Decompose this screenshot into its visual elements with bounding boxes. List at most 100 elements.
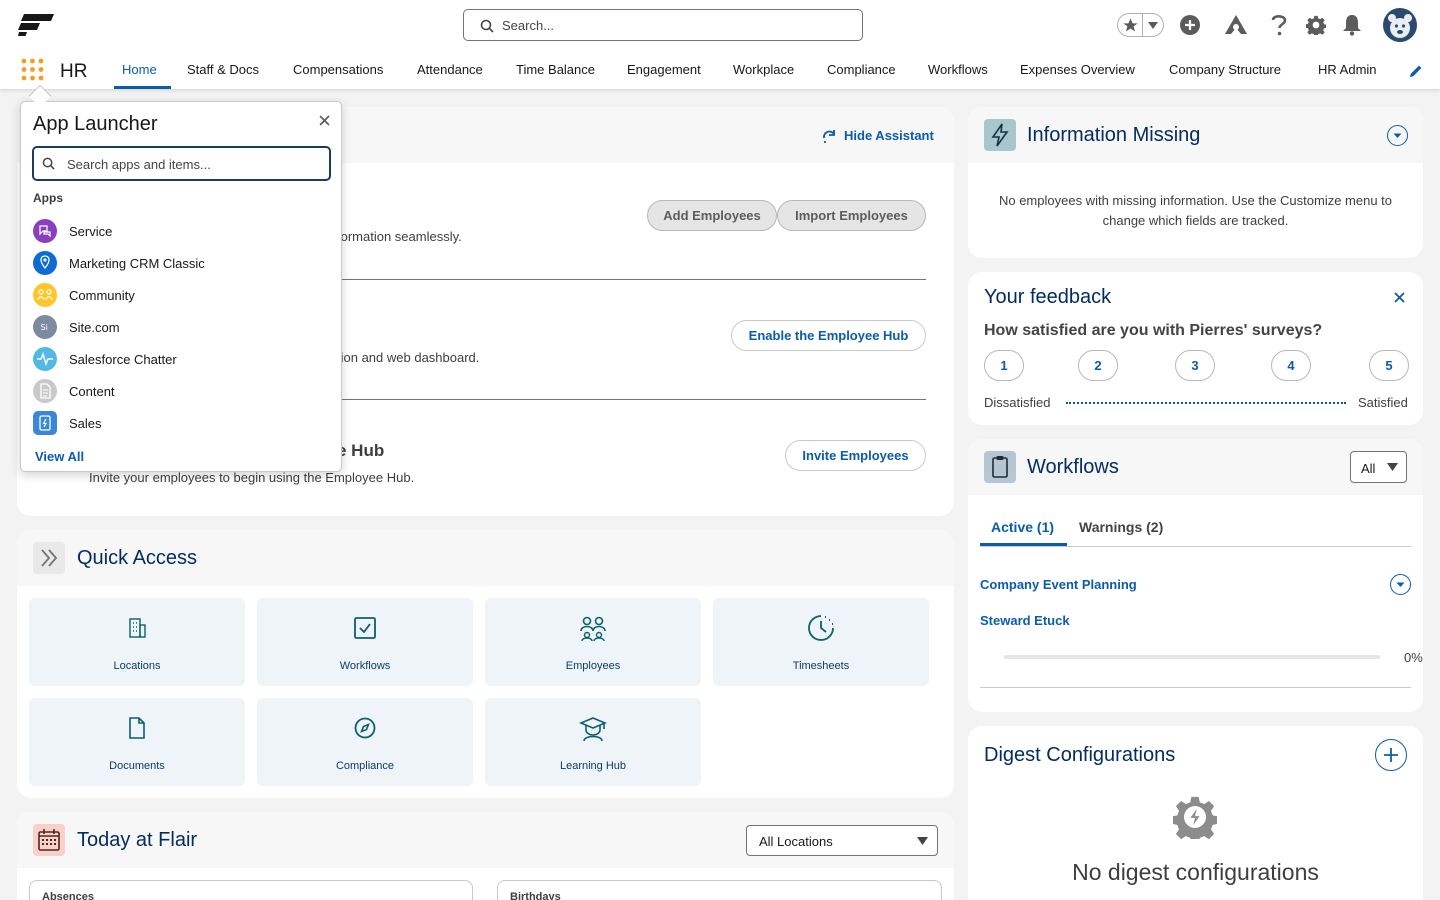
tile-workflows[interactable]: Workflows bbox=[257, 598, 473, 686]
nav-bar: HR Home Staff & Docs Compensations Atten… bbox=[0, 52, 1440, 90]
app-search-input[interactable]: Search apps and items... bbox=[32, 146, 331, 181]
dropdown-chevron-icon[interactable] bbox=[1387, 125, 1408, 146]
tab-compliance[interactable]: Compliance bbox=[827, 62, 896, 77]
today-at-flair-card: Today at Flair All Locations Absences Bi… bbox=[17, 812, 954, 900]
birthdays-label: Birthdays bbox=[510, 891, 561, 900]
app-name-label: Content bbox=[69, 384, 115, 399]
rating-button-4[interactable]: 4 bbox=[1271, 350, 1311, 381]
invite-employees-button[interactable]: Invite Employees bbox=[785, 440, 926, 471]
import-employees-button[interactable]: Import Employees bbox=[777, 200, 926, 231]
tile-documents[interactable]: Documents bbox=[29, 698, 245, 786]
tab-workflows[interactable]: Workflows bbox=[928, 62, 988, 77]
app-name-label: Site.com bbox=[69, 320, 120, 335]
satisfied-label: Satisfied bbox=[1358, 395, 1408, 410]
community-app-icon bbox=[33, 283, 57, 307]
top-bar: Search... bbox=[0, 0, 1440, 52]
app-item-site-com[interactable]: Si Site.com bbox=[33, 315, 323, 341]
trailhead-icon[interactable] bbox=[1224, 14, 1248, 36]
tab-warnings[interactable]: Warnings (2) bbox=[1079, 519, 1163, 535]
svg-text:Si: Si bbox=[41, 323, 48, 332]
location-select[interactable]: All Locations bbox=[746, 825, 938, 856]
star-icon bbox=[1122, 17, 1139, 34]
search-icon bbox=[480, 19, 494, 33]
edit-nav-pencil-icon[interactable] bbox=[1409, 64, 1423, 78]
notifications-bell-icon[interactable] bbox=[1342, 14, 1362, 36]
feedback-title: Your feedback bbox=[984, 286, 1112, 308]
favorites-button[interactable] bbox=[1117, 13, 1164, 37]
tab-hr-admin[interactable]: HR Admin bbox=[1318, 62, 1377, 77]
global-create-icon[interactable] bbox=[1179, 14, 1201, 36]
app-item-sales[interactable]: Sales bbox=[33, 411, 323, 437]
chevron-down-icon bbox=[917, 837, 928, 845]
app-launcher-grid-icon[interactable] bbox=[21, 58, 44, 81]
building-icon bbox=[129, 618, 146, 638]
rating-button-2[interactable]: 2 bbox=[1078, 350, 1118, 381]
app-item-marketing-crm-classic[interactable]: Marketing CRM Classic bbox=[33, 251, 323, 277]
rating-button-1[interactable]: 1 bbox=[984, 350, 1024, 381]
add-digest-button[interactable] bbox=[1375, 739, 1407, 771]
flair-logo[interactable] bbox=[18, 14, 54, 36]
app-item-community[interactable]: Community bbox=[33, 283, 323, 309]
tab-compensations[interactable]: Compensations bbox=[293, 62, 383, 77]
app-item-content[interactable]: Content bbox=[33, 379, 323, 405]
add-employees-button[interactable]: Add Employees bbox=[647, 200, 777, 231]
plus-icon bbox=[1384, 748, 1398, 762]
app-item-service[interactable]: Service bbox=[33, 219, 323, 245]
search-placeholder: Search... bbox=[502, 18, 555, 33]
workflows-card: Workflows All Active (1) Warnings (2) Co… bbox=[968, 439, 1423, 712]
app-name-label: Sales bbox=[69, 416, 102, 431]
close-icon[interactable] bbox=[1394, 292, 1405, 303]
filter-value: All bbox=[1361, 461, 1376, 476]
app-item-salesforce-chatter[interactable]: Salesforce Chatter bbox=[33, 347, 323, 373]
workflow-item-assignee[interactable]: Steward Etuck bbox=[980, 613, 1070, 628]
info-text-line: change which fields are tracked. bbox=[1102, 213, 1289, 228]
enable-employee-hub-button[interactable]: Enable the Employee Hub bbox=[731, 320, 926, 351]
site-com-app-icon: Si bbox=[33, 315, 57, 339]
workflow-item-menu-icon[interactable] bbox=[1390, 574, 1411, 595]
avatar[interactable] bbox=[1383, 8, 1417, 42]
tab-engagement[interactable]: Engagement bbox=[627, 62, 701, 77]
help-icon[interactable] bbox=[1270, 14, 1288, 36]
rating-button-3[interactable]: 3 bbox=[1175, 350, 1215, 381]
setup-gear-icon[interactable] bbox=[1306, 15, 1326, 35]
hide-assistant-label: Hide Assistant bbox=[844, 128, 934, 143]
tab-active[interactable]: Active (1) bbox=[991, 519, 1054, 535]
tile-employees[interactable]: Employees bbox=[485, 598, 701, 686]
global-search-input[interactable]: Search... bbox=[463, 9, 863, 41]
digest-configurations-card: Digest Configurations No digest configur… bbox=[968, 726, 1423, 900]
digest-title: Digest Configurations bbox=[984, 744, 1176, 766]
tab-company-structure[interactable]: Company Structure bbox=[1169, 62, 1281, 77]
feedback-question: How satisfied are you with Pierres' surv… bbox=[984, 322, 1323, 339]
step3-title: e Hub bbox=[337, 441, 385, 460]
gear-bolt-icon bbox=[1173, 795, 1217, 839]
app-name-label: Marketing CRM Classic bbox=[69, 256, 205, 271]
today-title: Today at Flair bbox=[77, 829, 198, 851]
tile-compliance[interactable]: Compliance bbox=[257, 698, 473, 786]
quick-access-title: Quick Access bbox=[77, 547, 198, 569]
workflow-progress-label: 0% bbox=[1404, 650, 1423, 665]
tile-locations[interactable]: Locations bbox=[29, 598, 245, 686]
tile-label: Compliance bbox=[335, 760, 395, 772]
tab-attendance[interactable]: Attendance bbox=[417, 62, 483, 77]
workflows-filter-select[interactable]: All bbox=[1350, 451, 1407, 483]
rating-button-5[interactable]: 5 bbox=[1369, 350, 1409, 381]
double-chevron-right-icon bbox=[33, 542, 65, 574]
workflow-item-title[interactable]: Company Event Planning bbox=[980, 577, 1137, 592]
tab-expenses-overview[interactable]: Expenses Overview bbox=[1020, 62, 1135, 77]
tile-learning-hub[interactable]: Learning Hub bbox=[485, 698, 701, 786]
tab-workplace[interactable]: Workplace bbox=[733, 62, 794, 77]
active-tab-indicator bbox=[114, 86, 171, 89]
tab-staff-docs[interactable]: Staff & Docs bbox=[187, 62, 259, 77]
close-icon[interactable] bbox=[319, 115, 330, 126]
tile-label: Employees bbox=[565, 660, 621, 672]
chevron-down-icon[interactable] bbox=[1148, 22, 1158, 29]
tile-timesheets[interactable]: Timesheets bbox=[713, 598, 929, 686]
birthdays-panel: Birthdays bbox=[497, 880, 942, 900]
tab-home[interactable]: Home bbox=[122, 62, 157, 77]
scale-line bbox=[1066, 402, 1346, 404]
divider bbox=[980, 687, 1411, 688]
view-all-link[interactable]: View All bbox=[35, 449, 84, 464]
app-name-label: Service bbox=[69, 224, 113, 239]
document-icon bbox=[129, 717, 145, 739]
tab-time-balance[interactable]: Time Balance bbox=[516, 62, 595, 77]
